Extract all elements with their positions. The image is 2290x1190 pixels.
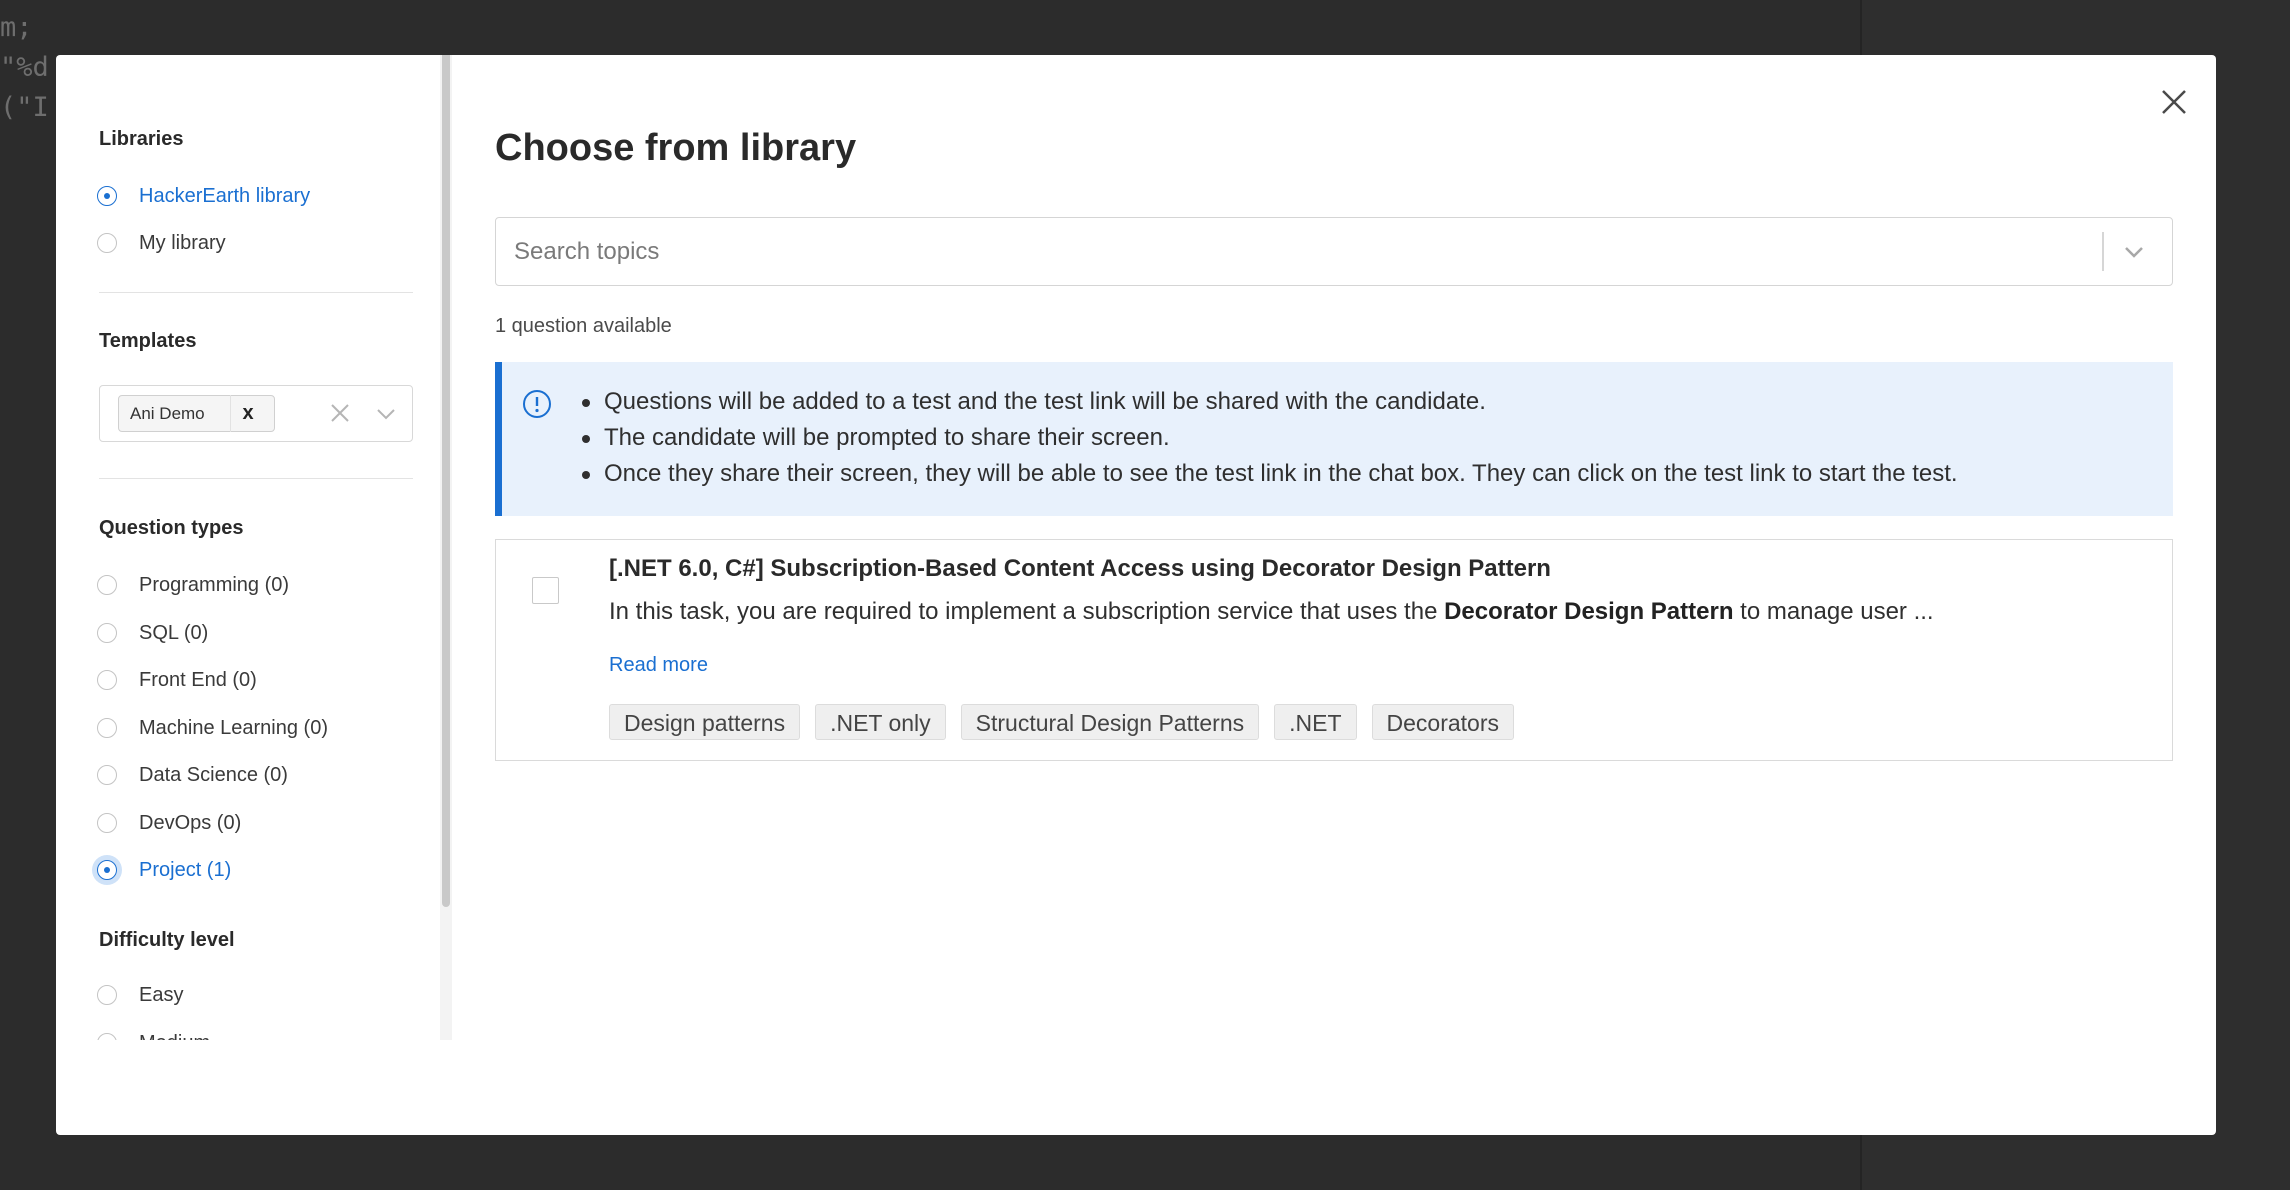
difficulty-title: Difficulty level — [99, 929, 235, 951]
radio-icon[interactable] — [97, 860, 117, 880]
radio-label: HackerEarth library — [139, 184, 311, 207]
info-list: Questions will be added to a test and th… — [582, 384, 1958, 492]
templates-title: Templates — [99, 330, 197, 352]
radio-icon[interactable] — [97, 670, 117, 690]
radio-easy[interactable]: Easy — [97, 977, 183, 1013]
section-divider — [99, 292, 413, 293]
section-divider — [99, 478, 413, 479]
question-count: 1 question available — [495, 315, 672, 337]
question-title[interactable]: [.NET 6.0, C#] Subscription-Based Conten… — [609, 555, 1551, 583]
radio-medium[interactable]: Medium — [97, 1025, 210, 1040]
question-types-title: Question types — [99, 517, 244, 539]
choose-library-modal: Libraries HackerEarth library My library… — [56, 55, 2216, 1135]
desc-text: to manage user ... — [1733, 598, 1934, 625]
chevron-down-icon[interactable] — [2120, 238, 2148, 266]
sidebar-scrollbar[interactable] — [440, 55, 452, 1040]
question-tag: .NET only — [815, 704, 946, 740]
remove-tag-button[interactable]: x — [230, 395, 265, 432]
radio-hackerearth-library[interactable]: HackerEarth library — [97, 178, 310, 214]
question-checkbox[interactable] — [532, 577, 559, 604]
template-tag-label: Ani Demo — [130, 403, 205, 423]
filter-sidebar: Libraries HackerEarth library My library… — [56, 55, 452, 1040]
radio-label: Programming (0) — [139, 573, 290, 596]
chevron-down-icon[interactable] — [376, 404, 396, 424]
radio-machine-learning[interactable]: Machine Learning (0) — [97, 710, 328, 746]
page-title: Choose from library — [495, 127, 857, 169]
question-description: In this task, you are required to implem… — [609, 598, 1934, 626]
question-tags: Design patterns .NET only Structural Des… — [609, 704, 1514, 740]
radio-label: Front End (0) — [139, 668, 257, 691]
radio-icon[interactable] — [97, 985, 117, 1005]
background-code-line: "%d — [0, 52, 49, 83]
desc-bold: Decorator Design Pattern — [1444, 598, 1734, 625]
info-banner: Questions will be added to a test and th… — [495, 362, 2173, 516]
radio-label: Project (1) — [139, 858, 232, 881]
main-panel: Choose from library 1 question available… — [452, 55, 2216, 1135]
radio-icon[interactable] — [97, 623, 117, 643]
radio-label: Data Science (0) — [139, 763, 288, 786]
radio-icon[interactable] — [97, 718, 117, 738]
radio-label: Medium — [139, 1032, 210, 1041]
radio-programming[interactable]: Programming (0) — [97, 567, 289, 603]
radio-icon[interactable] — [97, 186, 117, 206]
libraries-title: Libraries — [99, 128, 184, 150]
radio-icon[interactable] — [97, 575, 117, 595]
radio-label: Machine Learning (0) — [139, 716, 328, 739]
search-separator — [2102, 232, 2104, 271]
search-topics-select[interactable] — [495, 217, 2173, 286]
background-code-line: ("I — [0, 92, 49, 123]
question-tag: .NET — [1274, 704, 1357, 740]
radio-label: My library — [139, 231, 226, 254]
info-item: The candidate will be prompted to share … — [582, 420, 1958, 456]
question-card[interactable]: [.NET 6.0, C#] Subscription-Based Conten… — [495, 539, 2173, 761]
radio-icon[interactable] — [97, 813, 117, 833]
question-tag: Design patterns — [609, 704, 801, 740]
radio-icon[interactable] — [97, 233, 117, 253]
clear-icon[interactable] — [328, 401, 352, 425]
info-item: Questions will be added to a test and th… — [582, 384, 1958, 420]
radio-label: Easy — [139, 983, 184, 1006]
desc-text: In this task, you are required to implem… — [609, 598, 1445, 625]
radio-front-end[interactable]: Front End (0) — [97, 662, 257, 698]
info-item: Once they share their screen, they will … — [582, 456, 1958, 492]
radio-sql[interactable]: SQL (0) — [97, 615, 208, 651]
scrollbar-thumb[interactable] — [442, 55, 450, 907]
radio-icon[interactable] — [97, 765, 117, 785]
question-tag: Structural Design Patterns — [960, 704, 1260, 740]
template-tag: Ani Demo x — [118, 395, 275, 432]
radio-label: DevOps (0) — [139, 811, 242, 834]
radio-project[interactable]: Project (1) — [97, 852, 231, 888]
radio-devops[interactable]: DevOps (0) — [97, 805, 241, 841]
radio-data-science[interactable]: Data Science (0) — [97, 757, 288, 793]
template-select[interactable]: Ani Demo x — [99, 385, 413, 442]
radio-my-library[interactable]: My library — [97, 225, 226, 261]
background-code: m; "%d ("I — [0, 8, 49, 128]
radio-label: SQL (0) — [139, 621, 209, 644]
search-input[interactable] — [496, 218, 2026, 285]
read-more-link[interactable]: Read more — [609, 654, 708, 677]
question-tag: Decorators — [1371, 704, 1514, 740]
radio-icon[interactable] — [97, 1033, 117, 1040]
close-icon[interactable] — [2152, 80, 2196, 124]
background-code-line: m; — [0, 12, 33, 43]
info-icon — [523, 390, 551, 418]
